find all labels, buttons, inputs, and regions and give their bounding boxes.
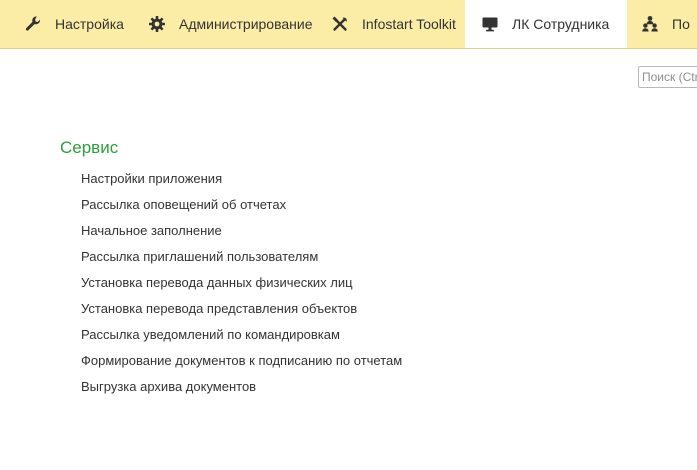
command-link-app-settings[interactable]: Настройки приложения bbox=[81, 169, 402, 195]
wrench-icon bbox=[24, 15, 42, 33]
section-tab-settings[interactable]: Настройка bbox=[16, 0, 134, 48]
command-link-signing-documents[interactable]: Формирование документов к подписанию по … bbox=[81, 351, 402, 377]
command-link-person-data-translation[interactable]: Установка перевода данных физических лиц bbox=[81, 273, 402, 299]
section-tab-label: ЛК Сотрудника bbox=[512, 16, 610, 32]
command-link-business-trip-notifications[interactable]: Рассылка уведомлений по командировкам bbox=[81, 325, 402, 351]
group-title: Сервис bbox=[60, 138, 119, 157]
section-tab-administration[interactable]: Администрирование bbox=[140, 0, 316, 48]
gear-icon bbox=[148, 15, 166, 33]
tools-icon bbox=[331, 15, 349, 33]
command-list: Настройки приложения Рассылка оповещений… bbox=[81, 169, 402, 403]
search-input[interactable] bbox=[638, 66, 697, 88]
command-link-user-invitations[interactable]: Рассылка приглашений пользователям bbox=[81, 247, 402, 273]
command-link-initial-fill[interactable]: Начальное заполнение bbox=[81, 221, 402, 247]
section-tab-employee-account[interactable]: ЛК Сотрудника bbox=[465, 0, 627, 48]
command-link-report-notifications[interactable]: Рассылка оповещений об отчетах bbox=[81, 195, 402, 221]
command-link-documents-archive-export[interactable]: Выгрузка архива документов bbox=[81, 377, 402, 403]
people-icon bbox=[641, 15, 659, 33]
section-tab-label: По bbox=[672, 16, 690, 32]
sections-panel: Настройка Администрирование Infostart To… bbox=[0, 0, 697, 49]
section-tab-label: Infostart Toolkit bbox=[362, 16, 456, 32]
section-tab-infostart-toolkit[interactable]: Infostart Toolkit bbox=[323, 0, 463, 48]
monitor-icon bbox=[481, 15, 499, 33]
section-tab-partial[interactable]: По bbox=[633, 0, 697, 48]
section-tab-label: Настройка bbox=[55, 16, 124, 32]
application-window: Настройка Администрирование Infostart To… bbox=[0, 0, 697, 470]
command-link-object-presentation-translation[interactable]: Установка перевода представления объекто… bbox=[81, 299, 402, 325]
section-tab-label: Администрирование bbox=[179, 16, 313, 32]
